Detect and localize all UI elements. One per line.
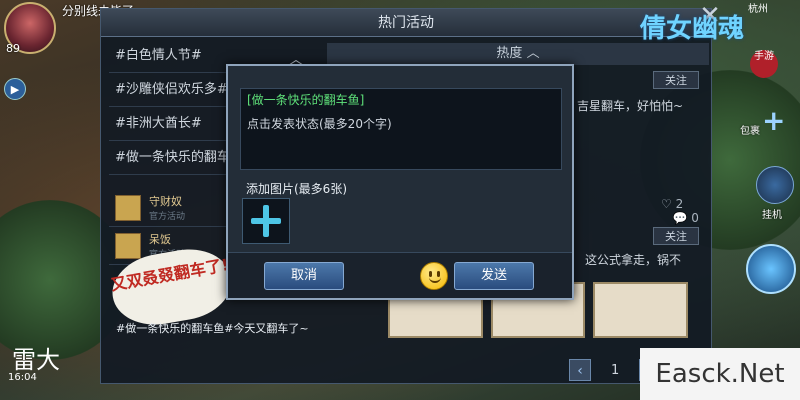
game-logo: 倩女幽魂 xyxy=(640,14,745,44)
heat-sort-tab[interactable]: 热度 ︿ xyxy=(327,43,709,65)
page-number: 1 xyxy=(611,362,620,378)
brand-logo-bottom: 雷大 xyxy=(12,346,60,374)
post-text: 这公式拿走，锅不 xyxy=(585,253,682,267)
post-text: 吉星翻车，好怕怕~ xyxy=(577,99,684,113)
hangup-label: 挂机 xyxy=(762,210,782,221)
expand-arrow-icon[interactable]: ▶ xyxy=(4,78,26,100)
follow-button[interactable]: 关注 xyxy=(653,71,699,89)
follow-button[interactable]: 关注 xyxy=(653,227,699,245)
post-status-dialog: [做一条快乐的翻车鱼] 点击发表状态(最多20个字) 添加图片(最多6张) 取消… xyxy=(226,64,574,300)
like-count: 2 xyxy=(675,197,684,211)
plus-icon-bar xyxy=(263,205,269,237)
emoji-icon[interactable] xyxy=(420,262,448,290)
comment-icon[interactable]: 💬 xyxy=(672,211,687,225)
game-logo-badge: 手游 xyxy=(750,50,778,78)
watermark: Easck.Net xyxy=(640,348,800,400)
send-button[interactable]: 发送 xyxy=(454,262,534,290)
city-name: 杭州 xyxy=(748,4,768,15)
post-thumbnail[interactable] xyxy=(593,282,689,338)
cancel-button[interactable]: 取消 xyxy=(264,262,344,290)
pack-label: 包裹 xyxy=(740,126,760,137)
topic-tag: [做一条快乐的翻车鱼] xyxy=(247,93,365,107)
comment-count: 0 xyxy=(691,211,699,225)
player-level: 89 xyxy=(6,42,20,55)
clock: 16:04 xyxy=(8,372,37,383)
skill-button[interactable] xyxy=(746,244,796,294)
post-caption: #做一条快乐的翻车鱼#今天又翻车了~ xyxy=(116,322,309,335)
item-sub: 官方活动 xyxy=(149,212,186,222)
add-image-button[interactable] xyxy=(242,198,290,244)
like-icon[interactable]: ♡ xyxy=(661,197,672,211)
heat-label: 热度 xyxy=(496,46,523,61)
prev-page-button[interactable]: ‹ xyxy=(569,359,591,381)
item-name: 守财奴 xyxy=(149,195,182,208)
chevron-up-icon: ︿ xyxy=(526,46,540,61)
item-icon xyxy=(115,194,141,221)
add-icon[interactable]: + xyxy=(762,104,785,137)
emoji-mouth xyxy=(429,276,441,283)
item-name: 呆饭 xyxy=(149,233,171,246)
add-image-label: 添加图片(最多6张) xyxy=(246,182,347,196)
hangup-icon[interactable] xyxy=(756,166,794,204)
status-input[interactable]: [做一条快乐的翻车鱼] 点击发表状态(最多20个字) xyxy=(240,88,562,170)
post-stats: ♡ 2 💬 0 xyxy=(661,197,711,225)
panel-title: 热门活动 xyxy=(101,9,711,37)
item-icon xyxy=(115,232,141,259)
status-placeholder: 点击发表状态(最多20个字) xyxy=(247,117,392,131)
